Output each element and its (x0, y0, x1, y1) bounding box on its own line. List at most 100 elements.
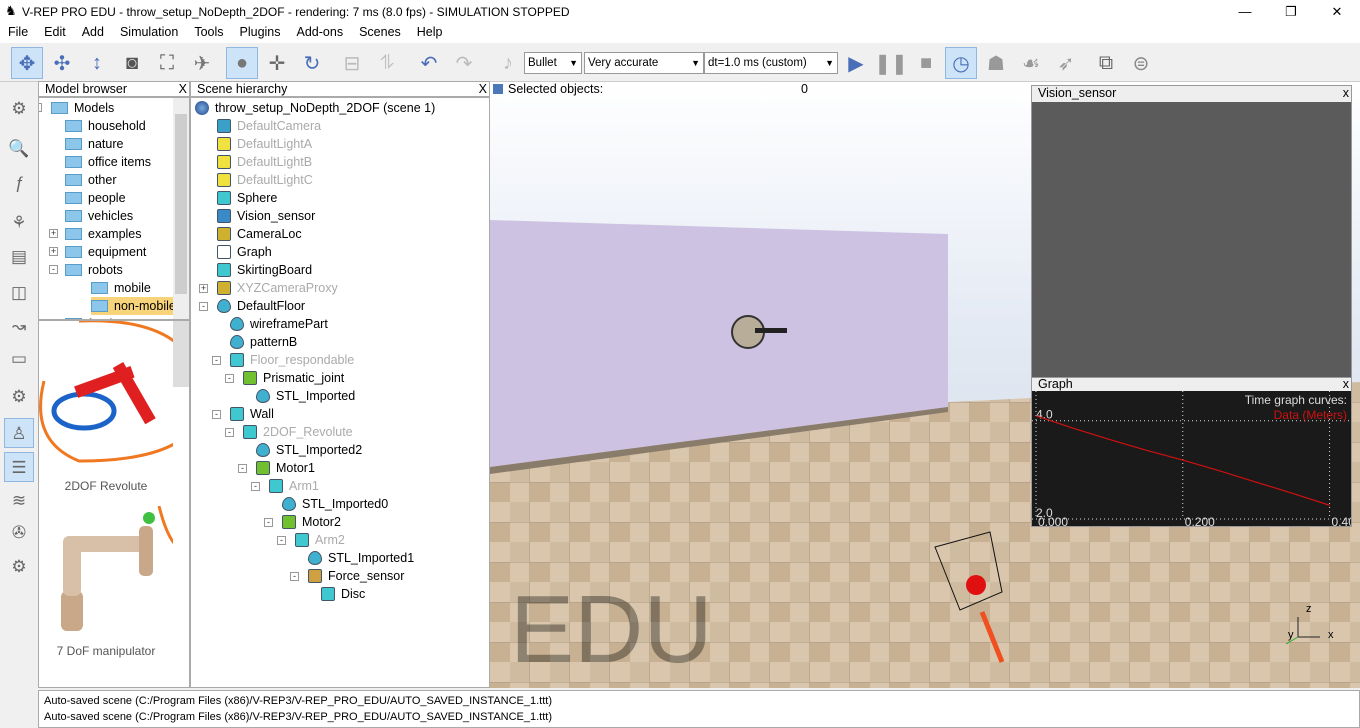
close-icon[interactable]: x (1343, 86, 1349, 100)
scene-object[interactable]: XYZCameraProxy (217, 279, 338, 297)
model-folder[interactable]: household (65, 117, 146, 135)
model-thumbnail-2dof[interactable]: 2DOF Revolute (39, 321, 189, 501)
scene-object[interactable]: CameraLoc (217, 225, 302, 243)
collapse-icon[interactable]: - (212, 356, 221, 365)
model-folder[interactable]: mobile (91, 279, 151, 297)
collapse-icon[interactable]: - (251, 482, 260, 491)
play-icon[interactable]: ▶ (840, 47, 872, 79)
timestep-select[interactable]: dt=1.0 ms (custom) ▼ (704, 52, 838, 74)
camera-angle-icon[interactable]: ◙ (116, 47, 148, 79)
viewport-menu-button[interactable] (492, 83, 504, 95)
close-icon[interactable]: X (179, 82, 187, 96)
menu-add[interactable]: Add (74, 24, 112, 43)
scene-object[interactable]: Arm2 (295, 531, 345, 549)
scene-object[interactable]: Disc (321, 585, 365, 603)
collapse-icon[interactable]: - (49, 265, 58, 274)
stop-icon[interactable]: ■ (910, 47, 942, 79)
collapse-icon[interactable]: - (212, 410, 221, 419)
scene-object[interactable]: Graph (217, 243, 272, 261)
model-folder[interactable]: Models (51, 99, 114, 117)
scene-pages-icon[interactable]: ⧉ (1090, 47, 1122, 79)
accuracy-select[interactable]: Very accurate ▼ (584, 52, 704, 74)
user-settings-icon-2[interactable]: ⚙ (4, 552, 34, 582)
transfer-dna-icon[interactable]: ⥮ (371, 47, 403, 79)
collapse-icon[interactable]: - (277, 536, 286, 545)
collapse-icon[interactable]: - (39, 103, 42, 112)
click-select-icon[interactable]: ● (226, 47, 258, 79)
model-folder[interactable]: office items (65, 153, 151, 171)
model-folder[interactable]: equipment (65, 243, 146, 261)
simulation-settings-icon[interactable]: ⚙ (4, 94, 34, 124)
menu-tools[interactable]: Tools (186, 24, 231, 43)
scene-object[interactable]: DefaultLightA (217, 135, 312, 153)
scene-object[interactable]: Motor2 (282, 513, 341, 531)
calculation-modules-icon[interactable]: ƒ (4, 168, 34, 198)
expand-icon[interactable]: + (199, 284, 208, 293)
scene-object[interactable]: Vision_sensor (217, 207, 315, 225)
collections-icon[interactable]: ⚘ (4, 208, 34, 238)
path-edit-icon[interactable]: ↝ (4, 312, 34, 342)
scene-object[interactable]: STL_Imported2 (256, 441, 362, 459)
scripts-icon[interactable]: ▤ (4, 242, 34, 272)
scene-object[interactable]: SkirtingBoard (217, 261, 312, 279)
model-folder[interactable]: people (65, 189, 126, 207)
fly-icon[interactable]: ✈ (186, 47, 218, 79)
model-folder[interactable]: non-mobile (91, 297, 176, 315)
move-camera-icon[interactable]: ✥ (11, 47, 43, 79)
menu-file[interactable]: File (0, 24, 36, 43)
scene-object[interactable]: Prismatic_joint (243, 369, 344, 387)
scene-object[interactable]: Force_sensor (308, 567, 404, 585)
layers-icon[interactable]: ⊜ (1125, 47, 1157, 79)
layers-toggle-icon[interactable]: ≋ (4, 486, 34, 516)
menu-scenes[interactable]: Scenes (351, 24, 409, 43)
object-rotate-icon[interactable]: ↻ (296, 47, 328, 79)
model-folder[interactable]: robots (65, 261, 123, 279)
scene-object[interactable]: Arm1 (269, 477, 319, 495)
object-properties-icon[interactable]: 🔍 (4, 134, 34, 164)
rotate-camera-icon[interactable]: ✣ (46, 47, 78, 79)
collapse-icon[interactable]: - (225, 428, 234, 437)
scene-object[interactable]: DefaultCamera (217, 117, 321, 135)
dynamics-icon[interactable]: ♪ (492, 47, 524, 79)
collapse-icon[interactable]: - (238, 464, 247, 473)
selection-icon[interactable]: ▭ (4, 344, 34, 374)
collapse-icon[interactable]: - (199, 302, 208, 311)
pause-icon[interactable]: ❚❚ (874, 47, 908, 79)
shape-edit-icon[interactable]: ◫ (4, 278, 34, 308)
expand-icon[interactable]: + (49, 247, 58, 256)
object-shift-icon[interactable]: ✛ (261, 47, 293, 79)
close-icon[interactable]: x (1343, 378, 1349, 391)
collapse-icon[interactable]: - (264, 518, 273, 527)
scene-object[interactable]: Wall (230, 405, 274, 423)
model-browser-toggle-icon[interactable]: ♙ (4, 418, 34, 448)
close-button[interactable]: ✕ (1314, 0, 1360, 24)
scene-object[interactable]: Motor1 (256, 459, 315, 477)
scene-object[interactable]: Sphere (217, 189, 277, 207)
scene-root[interactable]: throw_setup_NoDepth_2DOF (scene 1) (195, 99, 435, 117)
scene-object[interactable]: wireframePart (230, 315, 328, 333)
model-folder[interactable]: nature (65, 135, 123, 153)
expand-icon[interactable]: + (49, 229, 58, 238)
minimize-button[interactable]: — (1222, 0, 1268, 24)
physics-engine-select[interactable]: Bullet ▼ (524, 52, 582, 74)
scene-object[interactable]: DefaultFloor (217, 297, 305, 315)
thread-rendering-rocket-icon[interactable]: ➶ (1050, 47, 1082, 79)
scene-object[interactable]: STL_Imported0 (282, 495, 388, 513)
realtime-clock-icon[interactable]: ◷ (945, 47, 977, 79)
assemble-icon[interactable]: ⊟ (336, 47, 368, 79)
scene-hierarchy-toggle-icon[interactable]: ☰ (4, 452, 34, 482)
scene-object[interactable]: STL_Imported1 (308, 549, 414, 567)
zoom-camera-icon[interactable]: ↕ (81, 47, 113, 79)
slow-down-turtle-icon[interactable]: ☗ (980, 47, 1012, 79)
scene-object[interactable]: STL_Imported (256, 387, 355, 405)
scene-object[interactable]: DefaultLightC (217, 171, 313, 189)
model-folder[interactable]: other (65, 171, 117, 189)
redo-icon[interactable]: ↷ (448, 47, 480, 79)
user-settings-icon[interactable]: ⚙ (4, 382, 34, 412)
model-thumbnail-7dof[interactable]: 7 DoF manipulator (39, 505, 189, 676)
collapse-icon[interactable]: - (225, 374, 234, 383)
thumbnail-scrollbar[interactable] (173, 321, 189, 387)
video-recorder-icon[interactable]: ✇ (4, 518, 34, 548)
scene-object[interactable]: patternB (230, 333, 297, 351)
close-icon[interactable]: X (479, 82, 487, 96)
